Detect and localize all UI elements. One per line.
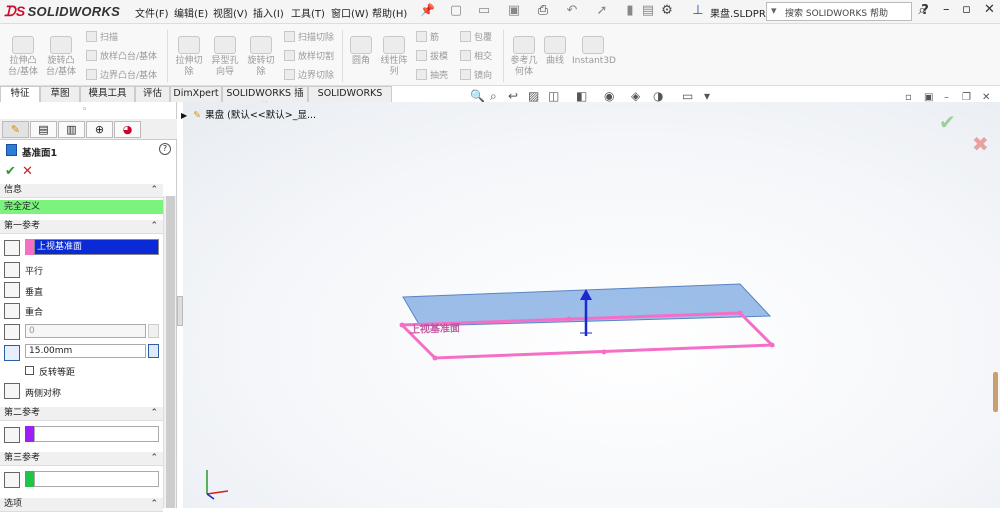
plane-handle[interactable] <box>566 316 572 322</box>
triad-z-axis <box>206 493 215 500</box>
plane-handle[interactable] <box>769 342 775 348</box>
model-geometry: 上视基准面 <box>206 283 776 500</box>
triad-x-axis <box>206 490 229 495</box>
plane-handle[interactable] <box>432 355 438 361</box>
plane-handle[interactable] <box>737 310 743 316</box>
plane-handle[interactable] <box>601 349 607 355</box>
plane-handle[interactable] <box>399 322 405 328</box>
rollback-indicator[interactable] <box>993 372 998 412</box>
